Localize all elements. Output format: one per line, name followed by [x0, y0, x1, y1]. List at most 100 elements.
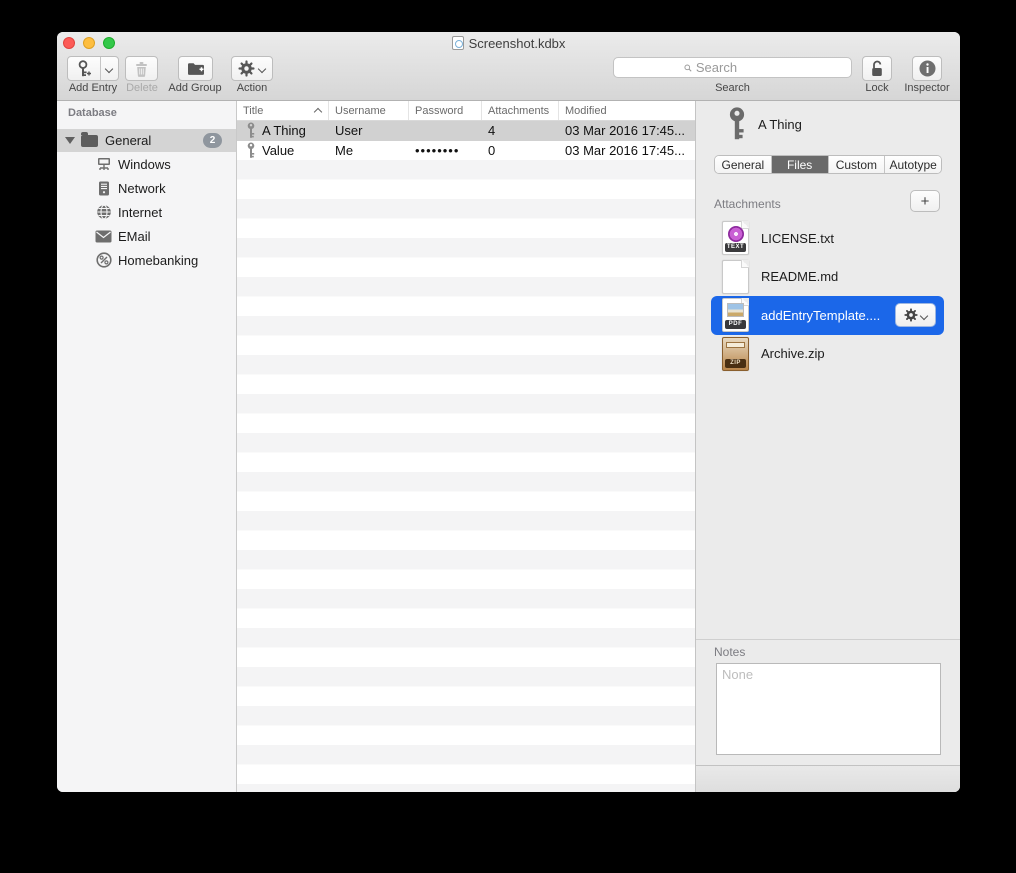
notes-box — [716, 663, 941, 755]
sidebar: Database General 2 Windows — [57, 101, 237, 792]
entry-username: Me — [329, 143, 409, 158]
title-toolbar: Screenshot.kdbx Add Entry — [57, 32, 960, 101]
delete-label: Delete — [117, 82, 167, 94]
notes-input[interactable] — [717, 664, 940, 754]
add-entry-button[interactable] — [67, 56, 119, 81]
gear-icon — [904, 308, 918, 322]
attachment-row[interactable]: TEXT LICENSE.txt — [711, 219, 944, 258]
app-window: Screenshot.kdbx Add Entry — [57, 32, 960, 792]
envelope-icon — [95, 228, 112, 245]
lock-button[interactable] — [862, 56, 892, 81]
tab-autotype[interactable]: Autotype — [885, 156, 941, 173]
inspector-entry-title: A Thing — [758, 117, 802, 132]
entry-modified: 03 Mar 2016 17:45... — [559, 123, 695, 138]
percent-icon — [95, 252, 112, 269]
chevron-down-icon — [921, 312, 928, 319]
attachment-name: Archive.zip — [761, 346, 825, 361]
folder-plus-icon — [187, 61, 205, 76]
attachment-row[interactable]: ZIP Archive.zip — [711, 335, 944, 374]
inspector-button[interactable] — [912, 56, 942, 81]
table-row[interactable]: A Thing User 4 03 Mar 2016 17:45... — [237, 121, 695, 141]
divider — [696, 639, 960, 640]
column-header-title[interactable]: Title — [237, 101, 329, 120]
sidebar-item-general[interactable]: General 2 — [57, 129, 236, 152]
entry-modified: 03 Mar 2016 17:45... — [559, 143, 695, 158]
attachment-row[interactable]: README.md — [711, 258, 944, 297]
content-area: Database General 2 Windows — [57, 101, 960, 792]
sidebar-item-label: EMail — [118, 229, 151, 244]
sidebar-item-internet[interactable]: Internet — [57, 200, 236, 224]
info-icon — [919, 60, 936, 77]
attachment-name: README.md — [761, 269, 838, 284]
add-group-label: Add Group — [165, 82, 225, 94]
attachment-action-button[interactable] — [895, 303, 936, 327]
add-entry-dropdown[interactable] — [101, 65, 118, 72]
entry-attachments-count: 0 — [482, 143, 559, 158]
attachment-row-selected[interactable]: PDF addEntryTemplate.... — [711, 296, 944, 335]
column-header-attachments[interactable]: Attachments — [482, 101, 559, 120]
sidebar-item-label: General — [105, 133, 151, 148]
search-field[interactable] — [613, 57, 852, 78]
action-label: Action — [231, 82, 273, 94]
chevron-down-icon — [106, 65, 113, 72]
search-input[interactable] — [696, 60, 851, 75]
delete-button[interactable] — [125, 56, 158, 81]
inspector-label: Inspector — [900, 82, 954, 94]
add-entry-label: Add Entry — [65, 82, 121, 94]
inspector-panel: A Thing General Files Custom Autotype At… — [695, 101, 960, 792]
attachment-name: LICENSE.txt — [761, 231, 834, 246]
action-button[interactable] — [231, 56, 273, 81]
key-icon — [246, 122, 256, 139]
sidebar-item-windows[interactable]: Windows — [57, 152, 236, 176]
entry-table: Title Username Password Attachments Modi… — [237, 101, 695, 792]
sidebar-item-network[interactable]: Network — [57, 176, 236, 200]
entry-attachments-count: 4 — [482, 123, 559, 138]
table-body: A Thing User 4 03 Mar 2016 17:45... — [237, 121, 695, 792]
column-header-password[interactable]: Password — [409, 101, 482, 120]
sidebar-item-homebanking[interactable]: Homebanking — [57, 248, 236, 272]
sidebar-item-label: Network — [118, 181, 166, 196]
table-header: Title Username Password Attachments Modi… — [237, 101, 695, 121]
lock-label: Lock — [855, 82, 899, 94]
chevron-down-icon — [259, 65, 266, 72]
md-file-icon — [722, 260, 749, 294]
inspector-tabs: General Files Custom Autotype — [714, 155, 942, 174]
unlock-icon — [870, 60, 884, 77]
trash-icon — [135, 61, 148, 77]
pdf-file-icon: PDF — [722, 298, 749, 332]
tab-general[interactable]: General — [715, 156, 772, 173]
sidebar-item-email[interactable]: EMail — [57, 224, 236, 248]
attachments-list: TEXT LICENSE.txt README.md PDF addEntryT… — [711, 219, 944, 373]
column-header-modified[interactable]: Modified — [559, 101, 695, 120]
sidebar-item-label: Internet — [118, 205, 162, 220]
entry-title: Value — [262, 143, 294, 158]
column-header-username[interactable]: Username — [329, 101, 409, 120]
search-label: Search — [613, 82, 852, 94]
server-icon — [95, 180, 112, 197]
key-icon — [246, 142, 256, 159]
tab-files[interactable]: Files — [772, 156, 829, 173]
add-attachment-button[interactable]: + — [910, 190, 940, 212]
tab-custom[interactable]: Custom — [829, 156, 886, 173]
attachments-label: Attachments — [714, 197, 781, 211]
notes-label: Notes — [714, 645, 745, 659]
gear-icon — [238, 60, 255, 77]
txt-file-icon: TEXT — [722, 221, 749, 255]
globe-icon — [95, 204, 112, 221]
window-title: Screenshot.kdbx — [57, 36, 960, 51]
sidebar-section-header: Database — [57, 101, 236, 119]
entry-password: •••••••• — [409, 143, 482, 158]
entry-title: A Thing — [262, 123, 306, 138]
key-icon — [726, 107, 748, 141]
sidebar-item-label: Windows — [118, 157, 171, 172]
attachment-name: addEntryTemplate.... — [761, 308, 887, 323]
search-icon — [684, 62, 692, 74]
document-icon — [452, 36, 464, 50]
add-group-button[interactable] — [178, 56, 213, 81]
entry-username: User — [329, 123, 409, 138]
folder-icon — [81, 135, 98, 147]
zip-file-icon: ZIP — [722, 337, 749, 371]
disclosure-triangle-icon[interactable] — [65, 137, 75, 144]
table-row[interactable]: Value Me •••••••• 0 03 Mar 2016 17:45... — [237, 141, 695, 161]
inspector-footer — [696, 765, 960, 792]
